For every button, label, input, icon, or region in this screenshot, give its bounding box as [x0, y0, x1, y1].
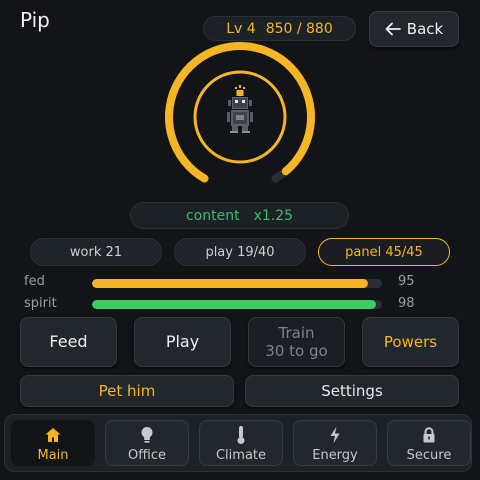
lightbulb-icon [136, 424, 158, 446]
spirit-label: spirit [24, 296, 57, 311]
mood-multiplier: x1.25 [253, 207, 294, 224]
pet-him-label: Pet him [98, 382, 156, 400]
mood-state: content [185, 207, 240, 224]
back-label: Back [406, 20, 444, 38]
stat-label: play 19/40 [205, 244, 275, 260]
stat-label: panel 45/45 [345, 244, 423, 260]
lightning-icon [324, 424, 346, 446]
pet-him-button[interactable]: Pet him [20, 375, 234, 407]
lock-icon [418, 424, 440, 446]
level-label: Lv 4 [226, 20, 256, 37]
fed-bar [92, 279, 382, 288]
nav-label: Energy [312, 448, 358, 463]
nav-item-main[interactable]: Main [11, 420, 95, 466]
arrow-left-icon [385, 22, 401, 36]
play-button[interactable]: Play [134, 317, 231, 367]
robot-icon [227, 85, 253, 133]
train-label: Train [278, 324, 315, 342]
pet-name: Pip [20, 8, 50, 32]
spirit-value: 98 [398, 296, 415, 311]
play-label: Play [165, 332, 200, 351]
fed-label: fed [24, 274, 45, 289]
feed-button[interactable]: Feed [20, 317, 117, 367]
nav-label: Climate [215, 448, 267, 463]
powers-button[interactable]: Powers [362, 317, 459, 367]
thermometer-icon [230, 424, 252, 446]
spirit-bar [92, 300, 382, 309]
nav-label: Office [128, 448, 166, 463]
feed-label: Feed [49, 332, 88, 351]
stat-panel[interactable]: panel 45/45 [318, 238, 450, 266]
nav-item-climate[interactable]: Climate [199, 420, 283, 466]
xp-text: 850 / 880 [265, 20, 333, 37]
home-icon [42, 424, 64, 446]
train-remaining: 30 to go [265, 342, 328, 360]
xp-dial [164, 42, 315, 192]
stat-work[interactable]: work 21 [30, 238, 162, 266]
fed-value: 95 [398, 274, 415, 289]
stat-play[interactable]: play 19/40 [174, 238, 306, 266]
nav-item-energy[interactable]: Energy [293, 420, 377, 466]
nav-item-office[interactable]: Office [105, 420, 189, 466]
mood-badge: content x1.25 [130, 202, 349, 229]
back-button[interactable]: Back [369, 11, 459, 47]
fed-bar-fill [92, 279, 368, 288]
settings-label: Settings [321, 382, 383, 400]
train-button[interactable]: Train 30 to go [248, 317, 345, 367]
settings-button[interactable]: Settings [245, 375, 459, 407]
nav-item-secure[interactable]: Secure [387, 420, 471, 466]
powers-label: Powers [383, 333, 438, 351]
stat-label: work 21 [69, 244, 123, 260]
nav-label: Secure [406, 448, 452, 463]
nav-label: Main [37, 448, 69, 463]
spirit-bar-fill [92, 300, 377, 309]
